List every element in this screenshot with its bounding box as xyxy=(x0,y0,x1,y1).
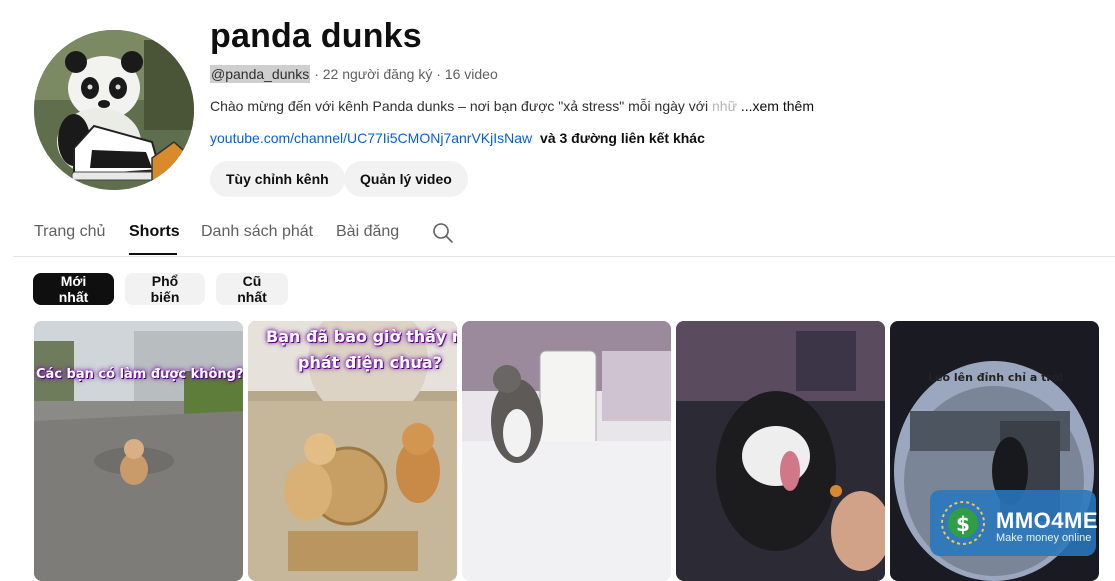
short-5-caption: Leo lên đỉnh chỉ a trời xyxy=(928,371,1064,384)
short-thumbnail-1[interactable]: Các bạn có làm được không? xyxy=(34,321,243,581)
watermark-title: MMO4ME xyxy=(996,508,1098,533)
short-3-image xyxy=(462,321,671,581)
svg-text:$: $ xyxy=(956,512,970,536)
customize-channel-button[interactable]: Tùy chỉnh kênh xyxy=(210,161,345,197)
search-icon[interactable] xyxy=(432,222,454,244)
short-2-caption-line1: Bạn đã bao giờ thấy mèo xyxy=(266,327,457,346)
channel-links: youtube.com/channel/UC77Ii5CMONj7anrVKjI… xyxy=(210,130,705,146)
filter-newest[interactable]: Mới nhất xyxy=(33,273,114,305)
description-fade-text: nhữ xyxy=(708,98,737,114)
tab-shorts[interactable]: Shorts xyxy=(129,223,180,241)
short-thumbnail-2[interactable]: Bạn đã bao giờ thấy mèo phát điện chưa? xyxy=(248,321,457,581)
tab-playlists[interactable]: Danh sách phát xyxy=(201,223,313,241)
filter-popular[interactable]: Phổ biến xyxy=(125,273,205,305)
channel-name: panda dunks xyxy=(210,17,422,55)
subscriber-count: · 22 người đăng ký · xyxy=(314,66,441,82)
tab-posts[interactable]: Bài đăng xyxy=(336,223,399,241)
dollar-coin-icon: $ xyxy=(940,500,986,546)
short-4-image xyxy=(676,321,885,581)
manage-videos-button[interactable]: Quản lý video xyxy=(344,161,468,197)
watermark-subtitle: Make money online xyxy=(996,532,1092,544)
channel-url-link[interactable]: youtube.com/channel/UC77Ii5CMONj7anrVKjI… xyxy=(210,130,532,146)
filter-oldest[interactable]: Cũ nhất xyxy=(216,273,288,305)
video-count: 16 video xyxy=(444,66,498,82)
active-tab-indicator xyxy=(129,253,177,255)
channel-meta: @panda_dunks · 22 người đăng ký · 16 vid… xyxy=(210,65,498,83)
tabs-divider xyxy=(13,256,1115,257)
short-1-image xyxy=(34,321,243,581)
short-2-caption-line2: phát điện chưa? xyxy=(298,353,442,372)
channel-description[interactable]: Chào mừng đến với kênh Panda dunks – nơi… xyxy=(210,98,814,114)
short-thumbnail-4[interactable] xyxy=(676,321,885,581)
channel-handle: @panda_dunks xyxy=(210,65,311,83)
short-thumbnail-3[interactable] xyxy=(462,321,671,581)
panda-avatar-image xyxy=(34,30,194,190)
show-more-link[interactable]: ...xem thêm xyxy=(741,98,814,114)
more-links-button[interactable]: và 3 đường liên kết khác xyxy=(540,130,705,146)
short-1-caption: Các bạn có làm được không? xyxy=(36,367,243,382)
description-text: Chào mừng đến với kênh Panda dunks – nơi… xyxy=(210,98,709,114)
channel-avatar[interactable] xyxy=(34,30,194,190)
tab-home[interactable]: Trang chủ xyxy=(34,223,105,241)
